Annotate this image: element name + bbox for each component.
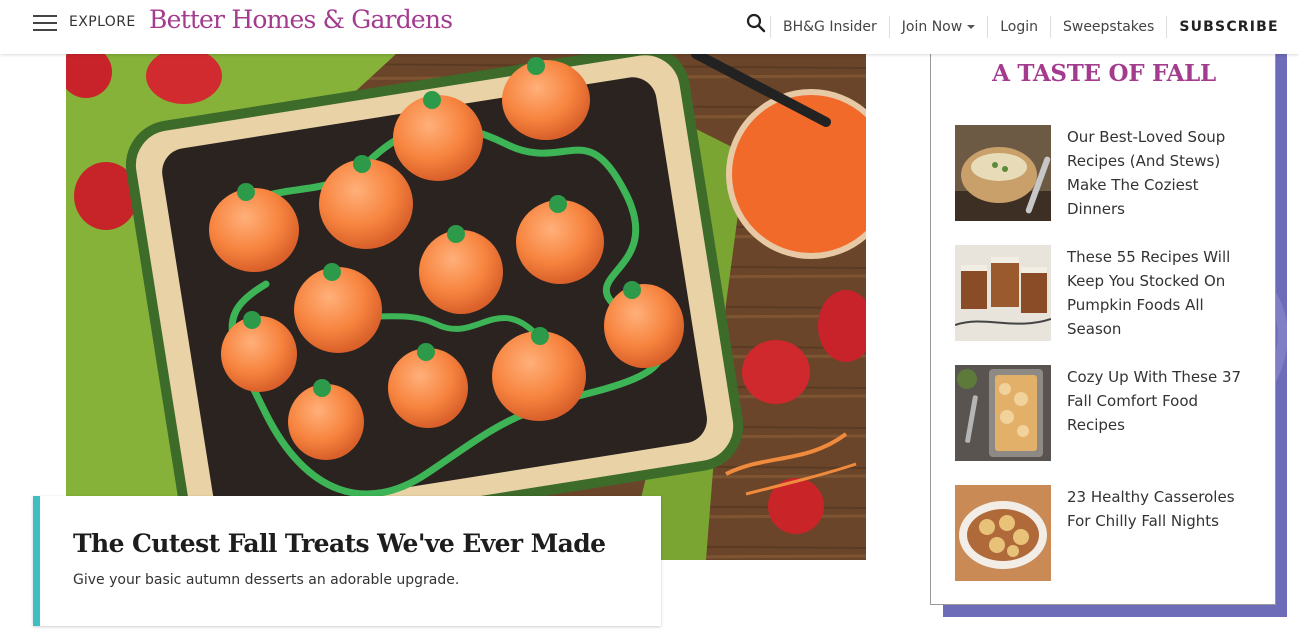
sidebar-item-casseroles[interactable]: 23 Healthy Casseroles For Chilly Fall Ni… [955, 485, 1255, 581]
nav-join-label: Join Now [901, 19, 963, 35]
sidebar-item-title[interactable]: 23 Healthy Casseroles For Chilly Fall Ni… [1067, 485, 1247, 533]
taste-of-fall-panel: A TASTE OF FALL Our Best-Loved Soup Reci… [930, 54, 1276, 605]
hero-subtitle: Give your basic autumn desserts an adora… [73, 572, 460, 588]
hamburger-icon[interactable] [33, 15, 57, 33]
sidebar-item-soup[interactable]: Our Best-Loved Soup Recipes (And Stews) … [955, 125, 1255, 221]
nav-subscribe-link[interactable]: SUBSCRIBE [1166, 16, 1291, 38]
nav-sweepstakes-link[interactable]: Sweepstakes [1049, 16, 1166, 38]
explore-menu-label[interactable]: EXPLORE [69, 14, 136, 30]
header-nav: BH&G Insider Join Now Login Sweepstakes … [770, 0, 1291, 54]
hero-title[interactable]: The Cutest Fall Treats We've Ever Made [73, 529, 606, 558]
nav-sweepstakes-label: Sweepstakes [1062, 19, 1155, 35]
hero-caption-card[interactable]: The Cutest Fall Treats We've Ever Made G… [33, 496, 661, 626]
site-logo[interactable]: Better Homes & Gardens [149, 5, 453, 34]
nav-insider-link[interactable]: BH&G Insider [770, 16, 889, 38]
nav-login-label: Login [1000, 19, 1038, 35]
sidebar-thumbnail[interactable] [955, 125, 1051, 221]
sidebar-item-title[interactable]: Our Best-Loved Soup Recipes (And Stews) … [1067, 125, 1247, 221]
nav-login-link[interactable]: Login [987, 16, 1050, 38]
sidebar-title: A TASTE OF FALL [992, 60, 1216, 87]
sidebar-item-comfort-food[interactable]: Cozy Up With These 37 Fall Comfort Food … [955, 365, 1255, 461]
sidebar-thumbnail[interactable] [955, 245, 1051, 341]
sidebar-item-pumpkin[interactable]: These 55 Recipes Will Keep You Stocked O… [955, 245, 1255, 341]
site-header: EXPLORE Better Homes & Gardens BH&G Insi… [0, 0, 1299, 54]
nav-join-dropdown[interactable]: Join Now [888, 16, 987, 38]
sidebar-item-title[interactable]: Cozy Up With These 37 Fall Comfort Food … [1067, 365, 1247, 437]
sidebar-thumbnail[interactable] [955, 485, 1051, 581]
nav-insider-label: BH&G Insider [783, 19, 877, 35]
sidebar-item-title[interactable]: These 55 Recipes Will Keep You Stocked O… [1067, 245, 1247, 341]
sidebar-thumbnail[interactable] [955, 365, 1051, 461]
hero-image[interactable] [66, 54, 866, 560]
search-icon[interactable] [746, 13, 766, 33]
caret-down-icon [967, 25, 976, 29]
nav-subscribe-label: SUBSCRIBE [1179, 19, 1279, 35]
